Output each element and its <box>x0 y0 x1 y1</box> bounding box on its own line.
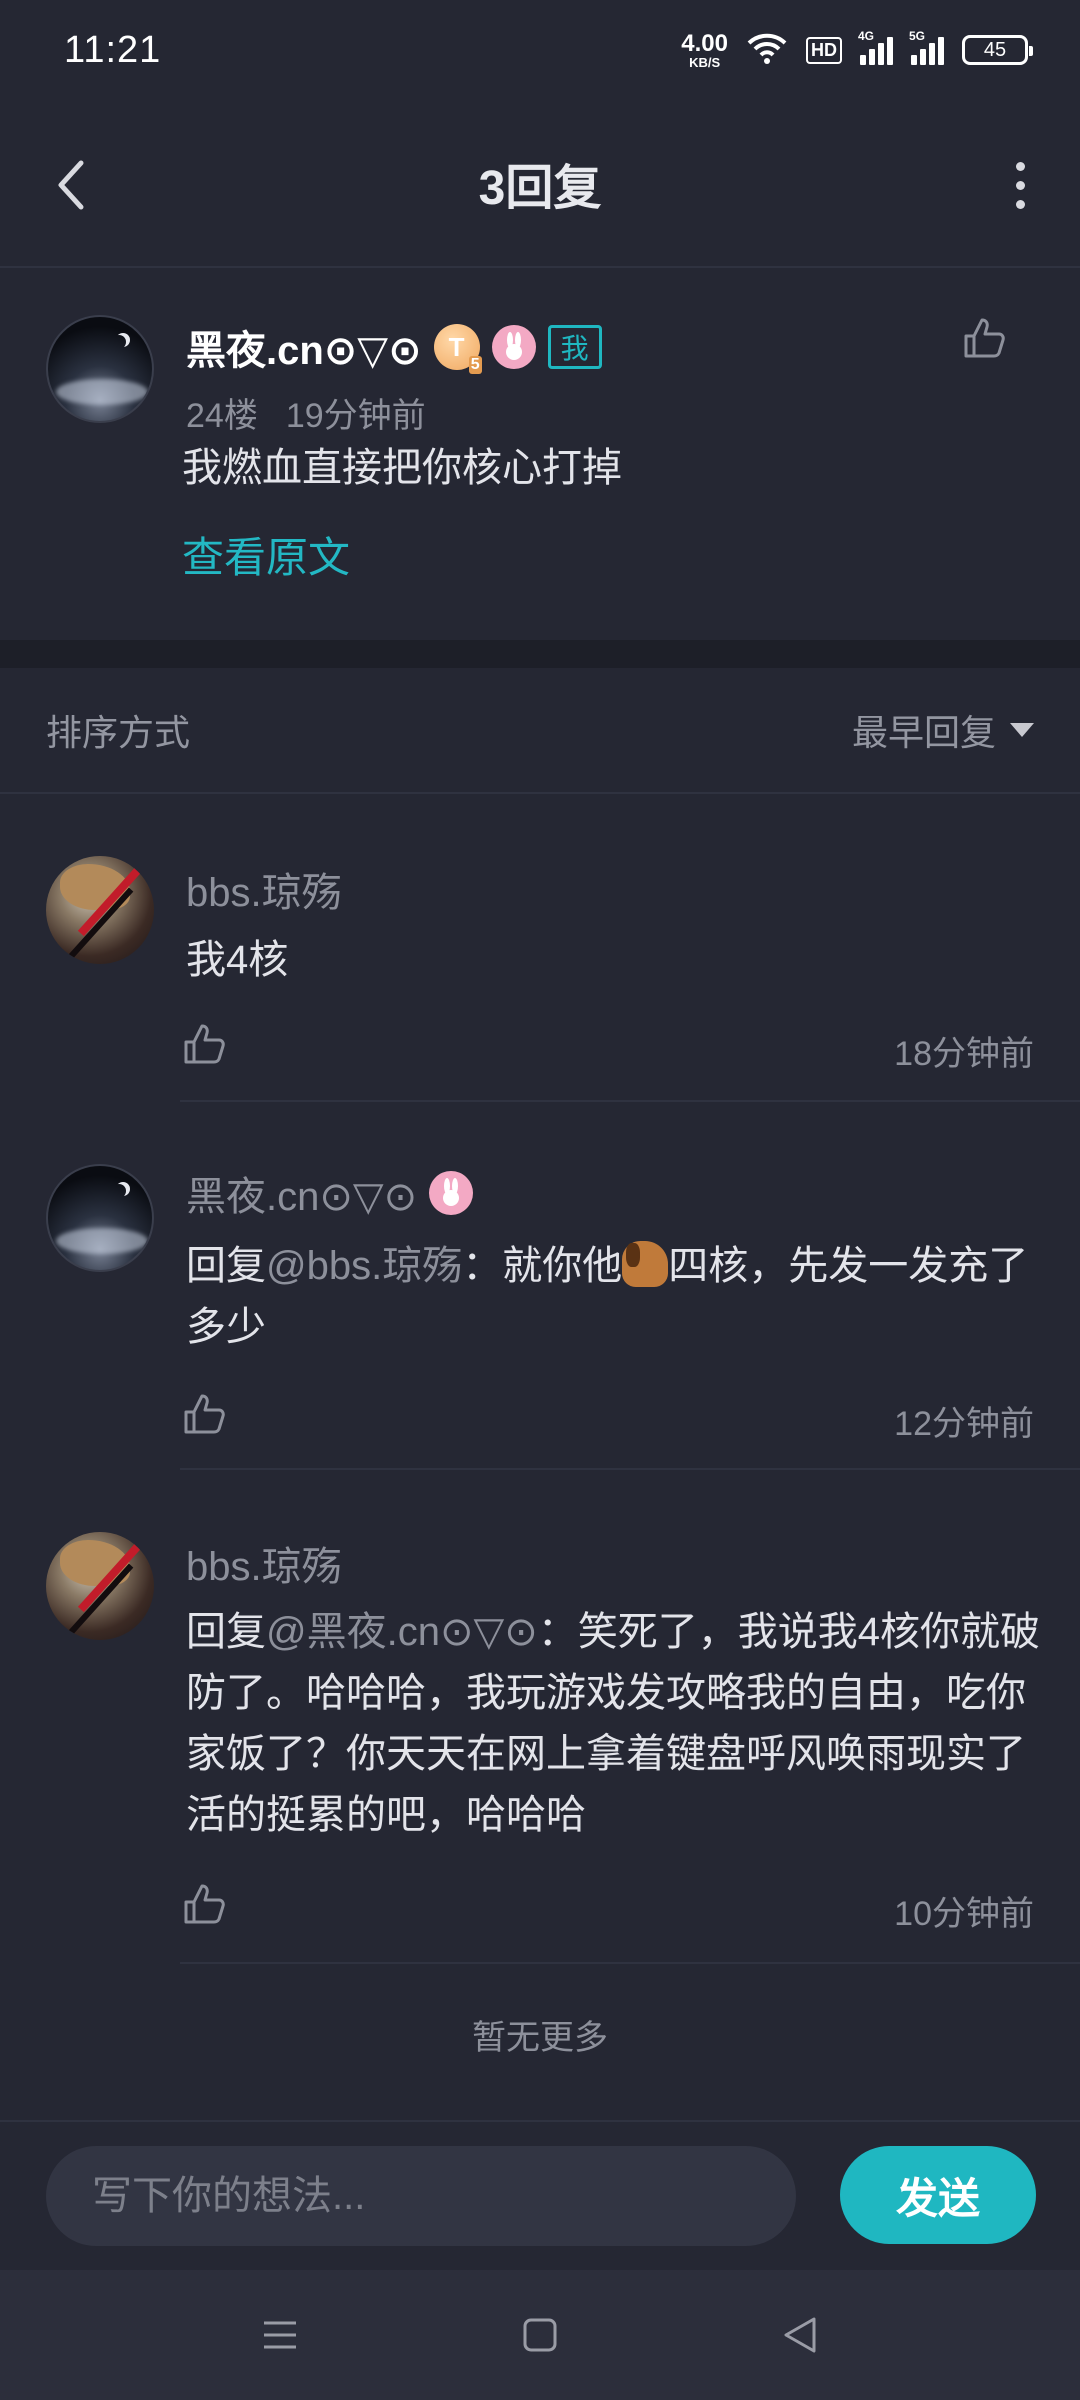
signal-4g-icon: 4G <box>858 29 893 65</box>
post-text: 我燃血直接把你核心打掉 <box>182 446 622 490</box>
divider <box>180 1962 1080 1964</box>
rabbit-badge-icon <box>429 1171 474 1215</box>
caret-down-icon <box>1010 723 1034 737</box>
like-button[interactable] <box>176 1016 232 1072</box>
back-nav-button[interactable] <box>760 2295 840 2375</box>
thumbs-up-icon <box>184 1024 225 1064</box>
author-row: 黑夜.cn⊙▽⊙ T 5 我 <box>186 318 602 376</box>
home-button[interactable] <box>500 2295 580 2375</box>
like-button[interactable] <box>176 1876 232 1932</box>
more-dots-icon <box>1015 161 1025 171</box>
post-meta: 24楼 19分钟前 <box>186 388 426 437</box>
reply-text: 回复@黑夜.cn⊙▽⊙：笑死了，我说我4核你就破防了。哈哈哈，我玩游戏发攻略我的… <box>186 1610 1041 1837</box>
page-title: 3回复 <box>478 162 602 215</box>
menu-button[interactable] <box>240 2295 320 2375</box>
me-badge: 我 <box>547 325 602 369</box>
reply-item: bbs.琼殇 回复@黑夜.cn⊙▽⊙：笑死了，我说我4核你就破防了。哈哈哈，我玩… <box>0 1470 1080 1964</box>
reply-text: 回复@bbs.琼殇：就你他 四核，先发一发充了多少 <box>186 1236 1046 1358</box>
reply-composer: 发送 <box>0 2120 1080 2270</box>
sort-dropdown[interactable]: 最早回复 <box>852 704 1034 756</box>
thumbs-up-icon <box>184 1884 225 1924</box>
rabbit-badge-icon <box>491 325 536 369</box>
reply-time: 18分钟前 <box>894 1035 1034 1073</box>
horse-emoji-icon <box>622 1241 669 1287</box>
more-options-button[interactable] <box>990 150 1050 220</box>
hd-icon: HD <box>806 36 842 64</box>
status-icons: 4.00 KB/S HD 4G 5G 45 <box>681 29 1033 70</box>
chevron-left-icon <box>58 160 84 210</box>
system-nav-bar <box>0 2270 1080 2400</box>
avatar[interactable] <box>46 1164 154 1272</box>
battery-icon: 45 <box>962 35 1033 65</box>
avatar[interactable] <box>46 315 154 423</box>
thumbs-up-icon <box>184 1394 225 1434</box>
reply-time: 10分钟前 <box>894 1895 1034 1933</box>
wifi-icon <box>746 31 788 70</box>
thumbs-up-icon <box>964 318 1005 358</box>
comment-input[interactable] <box>46 2146 796 2246</box>
back-button[interactable] <box>40 150 100 220</box>
header-bar: 3回复 <box>0 100 1080 268</box>
reply-author[interactable]: bbs.琼殇 <box>186 860 342 918</box>
reply-author[interactable]: bbs.琼殇 <box>186 1534 342 1592</box>
send-button[interactable]: 发送 <box>840 2146 1036 2244</box>
no-more-text: 暂无更多 <box>472 2019 608 2057</box>
author-name[interactable]: 黑夜.cn⊙▽⊙ <box>186 318 422 376</box>
sort-bar: 排序方式 最早回复 <box>0 668 1080 794</box>
reply-item: 黑夜.cn⊙▽⊙ 回复@bbs.琼殇：就你他 四核，先发一发充了多少 12分钟前 <box>0 1102 1080 1470</box>
mention-link[interactable]: @黑夜.cn⊙▽⊙ <box>266 1610 538 1654</box>
like-button[interactable] <box>956 310 1012 366</box>
section-divider <box>0 640 1080 668</box>
level-badge-icon: T 5 <box>433 324 482 374</box>
sort-label: 排序方式 <box>46 712 191 753</box>
reply-text: 我4核 <box>186 938 289 982</box>
floor-number: 24楼 <box>186 397 258 435</box>
reply-time: 12分钟前 <box>894 1405 1034 1443</box>
status-time: 11:21 <box>64 28 162 71</box>
avatar[interactable] <box>46 856 154 964</box>
home-square-icon <box>523 2318 557 2352</box>
status-bar: 11:21 4.00 KB/S HD 4G 5G 45 <box>0 0 1080 100</box>
like-button[interactable] <box>176 1386 232 1442</box>
network-speed: 4.00 KB/S <box>681 29 728 70</box>
original-post: 黑夜.cn⊙▽⊙ T 5 我 24楼 19分钟前 我燃血直接把你核心打掉 查看原… <box>0 270 1080 640</box>
view-original-link[interactable]: 查看原文 <box>182 524 350 585</box>
mention-link[interactable]: @bbs.琼殇 <box>266 1244 462 1288</box>
post-time: 19分钟前 <box>285 397 426 435</box>
reply-item: bbs.琼殇 我4核 18分钟前 <box>0 796 1080 1102</box>
reply-author[interactable]: 黑夜.cn⊙▽⊙ <box>186 1164 474 1222</box>
menu-icon <box>264 2321 296 2349</box>
avatar[interactable] <box>46 1532 154 1640</box>
back-triangle-icon <box>784 2317 816 2353</box>
signal-5g-icon: 5G <box>909 29 944 65</box>
